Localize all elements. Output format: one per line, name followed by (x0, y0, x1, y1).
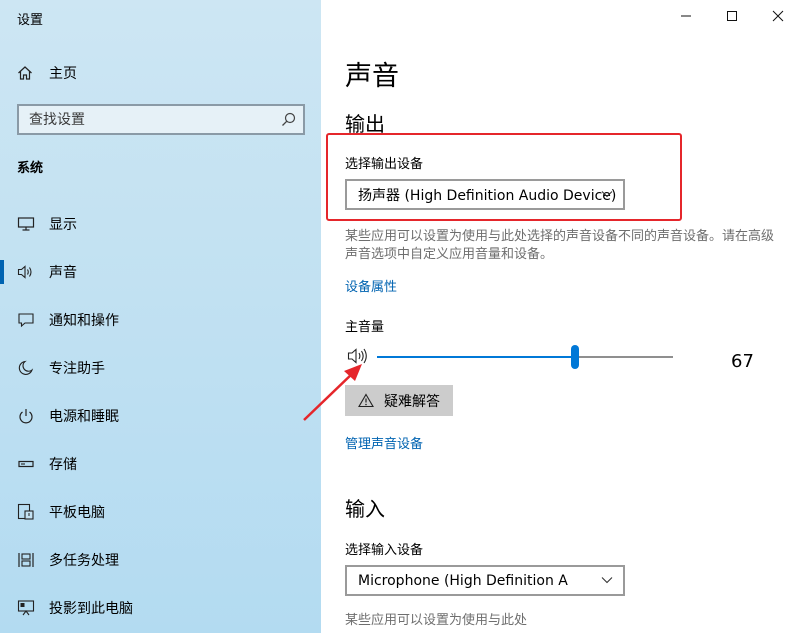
speaker-icon (16, 262, 36, 282)
manage-sound-devices-link[interactable]: 管理声音设备 (345, 433, 423, 452)
sidebar-item-project-to-pc[interactable]: 投影到此电脑 (0, 588, 321, 628)
chevron-down-icon (601, 577, 613, 584)
sidebar-item-label: 多任务处理 (49, 553, 119, 569)
volume-slider-thumb[interactable] (571, 345, 579, 369)
sidebar-item-display[interactable]: 显示 (0, 204, 321, 244)
multitask-icon (16, 550, 36, 570)
storage-icon (16, 454, 36, 474)
minimize-icon (681, 15, 691, 17)
search-icon[interactable] (281, 112, 296, 127)
sidebar-item-label: 专注助手 (49, 361, 105, 377)
moon-icon (16, 358, 36, 378)
search-box[interactable] (17, 104, 305, 135)
sidebar-item-label: 投影到此电脑 (49, 601, 133, 617)
window-title: 设置 (17, 13, 44, 28)
input-device-label: 选择输入设备 (345, 543, 424, 558)
volume-value: 67 (731, 351, 754, 372)
sidebar-item-tablet[interactable]: 平板电脑 (0, 492, 321, 532)
sidebar-item-label: 通知和操作 (49, 313, 119, 329)
sidebar-item-power-sleep[interactable]: 电源和睡眠 (0, 396, 321, 436)
maximize-icon (727, 11, 737, 21)
tablet-icon (16, 502, 36, 522)
sidebar-item-focus-assist[interactable]: 专注助手 (0, 348, 321, 388)
input-device-value: Microphone (High Definition A (358, 572, 568, 589)
sidebar-item-home[interactable]: 主页 (17, 63, 77, 83)
input-device-dropdown[interactable]: Microphone (High Definition A (345, 565, 625, 596)
page-title: 声音 (345, 61, 399, 92)
output-device-label: 选择输出设备 (345, 157, 424, 172)
power-icon (16, 406, 36, 426)
close-icon (772, 10, 784, 22)
sidebar-item-notifications[interactable]: 通知和操作 (0, 300, 321, 340)
volume-slider-fill (377, 356, 575, 358)
sidebar-item-sound[interactable]: 声音 (0, 252, 321, 292)
home-icon (18, 66, 32, 80)
annotation-arrow-icon (303, 364, 362, 421)
display-icon (16, 214, 36, 234)
maximize-button[interactable] (709, 2, 755, 30)
output-device-value: 扬声器 (High Definition Audio Device) (358, 187, 617, 204)
sidebar-item-multitasking[interactable]: 多任务处理 (0, 540, 321, 580)
device-properties-link[interactable]: 设备属性 (345, 276, 397, 295)
sidebar-item-label: 存储 (49, 457, 77, 473)
volume-slider[interactable] (377, 345, 673, 369)
output-description: 某些应用可以设置为使用与此处选择的声音设备不同的声音设备。请在高级声音选项中自定… (345, 229, 775, 262)
sidebar-item-label: 显示 (49, 217, 77, 233)
sidebar-item-storage[interactable]: 存储 (0, 444, 321, 484)
sidebar-item-label: 平板电脑 (49, 505, 105, 521)
section-label: 系统 (17, 161, 44, 176)
sidebar-item-label: 主页 (49, 66, 77, 82)
chevron-down-icon (601, 191, 613, 198)
input-description: 某些应用可以设置为使用与此处 (345, 613, 528, 628)
troubleshoot-label: 疑难解答 (384, 393, 440, 410)
output-device-dropdown[interactable]: 扬声器 (High Definition Audio Device) (345, 179, 625, 210)
minimize-button[interactable] (663, 2, 709, 30)
sidebar-item-label: 声音 (49, 265, 77, 281)
project-icon (16, 598, 36, 618)
sidebar-item-label: 电源和睡眠 (49, 409, 119, 425)
master-volume-label: 主音量 (345, 320, 385, 335)
sidebar: 设置 主页 系统 显示 声音 通知和操作 专注助 (0, 0, 321, 633)
search-input[interactable] (19, 106, 303, 133)
notification-icon (16, 310, 36, 330)
input-heading: 输入 (345, 497, 385, 521)
close-button[interactable] (755, 2, 801, 30)
